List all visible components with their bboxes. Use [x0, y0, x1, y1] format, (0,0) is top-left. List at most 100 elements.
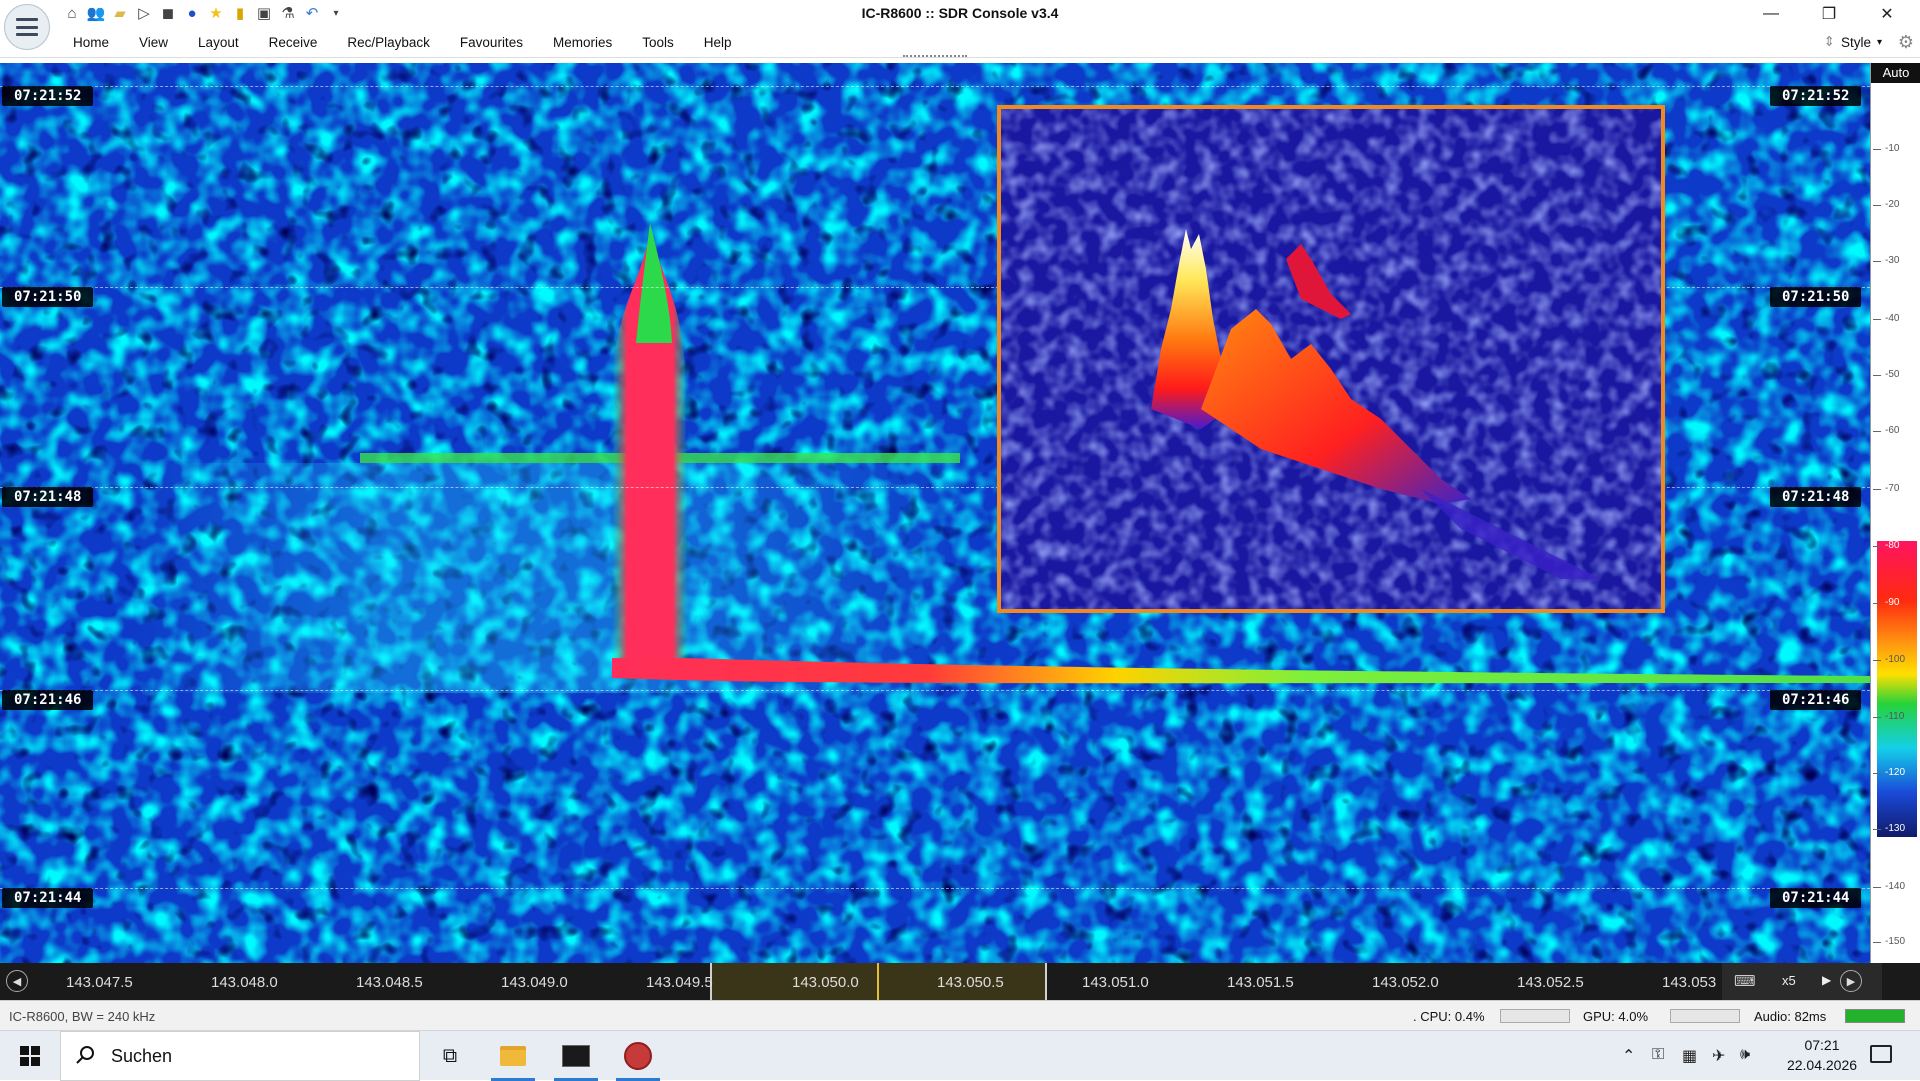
play-icon[interactable]: ▷	[134, 3, 154, 23]
folder-icon	[500, 1046, 526, 1066]
menu-layout[interactable]: Layout	[183, 35, 254, 50]
time-label-right: 07:21:50	[1770, 287, 1862, 307]
volume-icon[interactable]: 🕪	[1740, 1046, 1750, 1064]
scale-tick: -110	[1872, 711, 1905, 722]
flask-icon[interactable]: ⚗	[278, 3, 298, 23]
menu-view[interactable]: View	[124, 35, 183, 50]
cpu-status: . CPU: 0.4%	[1413, 1009, 1485, 1024]
style-label: Style	[1840, 34, 1871, 50]
audio-meter	[1845, 1009, 1905, 1023]
spectrum-3d-image	[1001, 109, 1661, 609]
task-view-button[interactable]: ⧉	[422, 1031, 478, 1081]
tray-overflow-icon[interactable]: ⌃	[1622, 1046, 1635, 1066]
undo-icon[interactable]: ↶	[302, 3, 322, 23]
scale-tick: -130	[1872, 823, 1906, 834]
keyboard-icon[interactable]: ⌨	[1734, 972, 1756, 990]
scale-tick: -20	[1872, 199, 1900, 210]
tuned-frequency-marker[interactable]	[877, 963, 879, 1000]
stop-icon[interactable]: ◼	[158, 3, 178, 23]
record-icon[interactable]: ●	[182, 3, 202, 23]
menu-receive[interactable]: Receive	[254, 35, 333, 50]
time-label-left: 07:21:44	[2, 888, 94, 908]
favourite-star-icon[interactable]: ★	[206, 3, 226, 23]
scale-tick: -70	[1872, 483, 1900, 494]
scale-tick: -150	[1872, 936, 1906, 947]
status-bar: IC-R8600, BW = 240 kHz . CPU: 0.4% GPU: …	[0, 1000, 1920, 1030]
audio-status: Audio: 82ms	[1754, 1009, 1827, 1024]
minimize-button[interactable]: —	[1748, 0, 1794, 28]
menu-rec-playback[interactable]: Rec/Playback	[332, 35, 445, 50]
menu-favourites[interactable]: Favourites	[445, 35, 538, 50]
quick-access-toolbar: ⌂ 👥 ▰ ▷ ◼ ● ★ ▮ ▣ ⚗ ↶ ▾	[62, 3, 346, 23]
clock-date[interactable]: 22.04.2026	[1780, 1057, 1864, 1073]
title-bar: ⌂ 👥 ▰ ▷ ◼ ● ★ ▮ ▣ ⚗ ↶ ▾ IC-R8600 :: SDR …	[0, 0, 1920, 28]
minimize-icon: —	[1763, 5, 1779, 22]
taskbar-sdr-console[interactable]	[610, 1031, 666, 1081]
app-menu-button[interactable]	[4, 4, 50, 50]
waterfall-display[interactable]: 07:21:52 07:21:50 07:21:48 07:21:46 07:2…	[0, 63, 1870, 963]
settings-gear-icon[interactable]: ⚙	[1898, 32, 1914, 53]
ruler-label: 143.047.5	[66, 974, 133, 991]
menu-home[interactable]: Home	[58, 35, 124, 50]
menu-memories[interactable]: Memories	[538, 35, 627, 50]
scale-tick: -40	[1872, 313, 1900, 324]
taskbar-terminal[interactable]	[548, 1031, 604, 1081]
airplane-mode-icon[interactable]: ✈	[1712, 1046, 1725, 1066]
time-gridline	[0, 888, 1870, 889]
start-button[interactable]	[0, 1031, 60, 1081]
clock-time[interactable]: 07:21	[1792, 1037, 1852, 1053]
chevron-right-icon: ▶	[1846, 975, 1856, 988]
gpu-status: GPU: 4.0%	[1583, 1009, 1649, 1024]
task-view-icon: ⧉	[442, 1044, 458, 1067]
dropdown-icon[interactable]: ▾	[326, 3, 346, 23]
ruler-label: 143.049.0	[501, 974, 568, 991]
signal-level-scale[interactable]: Auto -10 -20 -30 -40 -50 -60 -70 -80 -90…	[1870, 63, 1920, 963]
zoom-level[interactable]: x5	[1782, 973, 1796, 988]
ruler-label: 143.052.0	[1372, 974, 1439, 991]
taskbar: Suchen ⧉ ⌃ ⚿ ▦ ✈ 🕪 07:21 22.04.2026	[0, 1030, 1920, 1081]
zoom-arrow-icon[interactable]: ▶	[1822, 973, 1831, 987]
tray-network-adapter-icon[interactable]: ⚿	[1652, 1046, 1664, 1064]
lock-icon[interactable]: ▮	[230, 3, 250, 23]
taskbar-file-explorer[interactable]	[485, 1031, 541, 1081]
panel-resize-grip[interactable]	[903, 55, 967, 57]
ruler-label: 143.052.5	[1517, 974, 1584, 991]
scale-colorbar	[1877, 541, 1917, 837]
time-label-left: 07:21:46	[2, 690, 94, 710]
scroll-right-button[interactable]: ▶	[1840, 970, 1862, 992]
scale-tick: -120	[1872, 767, 1906, 778]
menu-tools[interactable]: Tools	[627, 35, 689, 50]
users-icon[interactable]: 👥	[86, 3, 106, 23]
app-menu-icon	[16, 18, 38, 36]
spectrum-3d-inset[interactable]	[997, 105, 1665, 613]
camera-icon[interactable]: ▣	[254, 3, 274, 23]
tray-gpu-icon[interactable]: ▦	[1682, 1046, 1697, 1066]
folder-icon[interactable]: ▰	[110, 3, 130, 23]
taskbar-search-box[interactable]: Suchen	[60, 1031, 420, 1081]
passband-edge-right[interactable]	[1045, 963, 1047, 1000]
scroll-left-button[interactable]: ◀	[6, 970, 28, 992]
notification-icon[interactable]	[1870, 1045, 1892, 1063]
scale-tick: -140	[1872, 881, 1906, 892]
scale-tick: -60	[1872, 425, 1900, 436]
close-button[interactable]: ✕	[1864, 0, 1910, 28]
ruler-label: 143.049.5	[646, 974, 713, 991]
chevron-left-icon: ◀	[12, 975, 22, 988]
ruler-label: 143.051.5	[1227, 974, 1294, 991]
sdr-console-icon	[624, 1042, 652, 1070]
frequency-ruler[interactable]: ◀ 143.047.5 143.048.0 143.048.5 143.049.…	[0, 963, 1920, 1000]
scale-auto-button[interactable]: Auto	[1871, 63, 1920, 83]
time-label-left: 07:21:52	[2, 86, 94, 106]
scale-tick: -90	[1872, 597, 1900, 608]
ruler-label: 143.050.5	[937, 974, 1004, 991]
style-dropdown[interactable]: ⇕ Style ▾	[1824, 34, 1882, 50]
windows-logo-icon	[20, 1046, 40, 1066]
restore-button[interactable]: ❐	[1806, 0, 1852, 28]
cpu-meter	[1500, 1009, 1570, 1023]
home-icon[interactable]: ⌂	[62, 3, 82, 23]
time-label-right: 07:21:48	[1770, 487, 1862, 507]
menu-help[interactable]: Help	[689, 35, 747, 50]
search-placeholder: Suchen	[111, 1046, 173, 1066]
time-gridline	[0, 690, 1870, 691]
terminal-icon	[562, 1045, 590, 1067]
